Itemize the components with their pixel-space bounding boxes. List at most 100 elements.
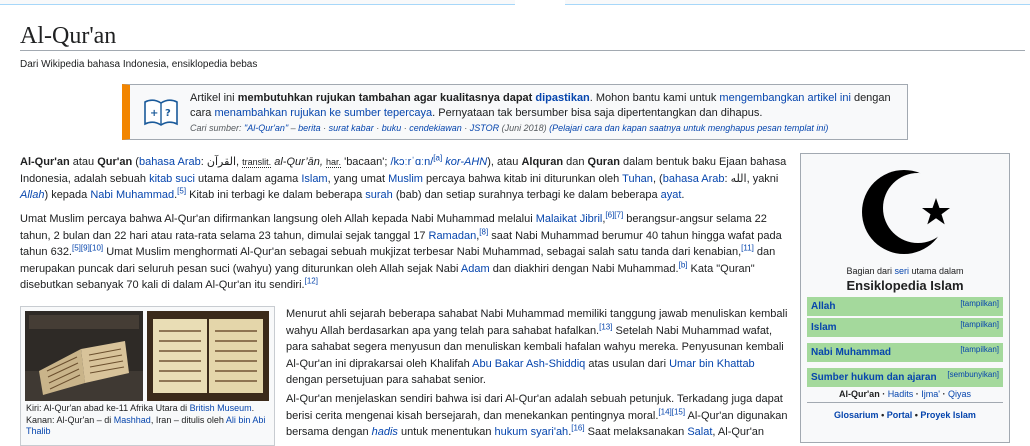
- text: (: [132, 156, 139, 168]
- hide-toggle[interactable]: [sembunyikan]: [947, 370, 999, 379]
- qiyas-link[interactable]: Qiyas: [948, 389, 971, 399]
- gabriel-link[interactable]: Malaikat Jibril: [536, 213, 603, 225]
- sidebar-section-muhammad[interactable]: Nabi Muhammad [tampilkan]: [807, 343, 1003, 362]
- thumbnail-caption: Kiri: Al-Qur'an abad ke-11 Afrika Utara …: [26, 403, 270, 438]
- citation-link[interactable]: [12]: [305, 276, 318, 285]
- book-question-icon: + ?: [144, 99, 178, 126]
- sidebar-section-label: Allah: [811, 301, 836, 312]
- source-newspapers-link[interactable]: surat kabar: [329, 123, 374, 133]
- term-bold: Qur'an: [97, 156, 133, 168]
- portal-link[interactable]: Portal: [887, 410, 913, 420]
- add-reliable-sources-link[interactable]: menambahkan rujukan ke sumber tepercaya: [214, 107, 432, 119]
- text: , Iran – ditulis oleh: [150, 414, 226, 425]
- adam-link[interactable]: Adam: [461, 263, 490, 275]
- show-toggle[interactable]: [tampilkan]: [960, 320, 999, 329]
- top-tab-bar: [0, 0, 1030, 5]
- separator: ·: [879, 389, 888, 399]
- text: (bab) dan setiap surahnya terbagi ke dal…: [392, 189, 661, 201]
- separator: –: [288, 123, 299, 133]
- notice-text-bold: membutuhkan rujukan tambahan agar kualit…: [237, 92, 536, 104]
- source-jstor-link[interactable]: JSTOR: [470, 123, 499, 133]
- arabic-language-link[interactable]: bahasa Arab: [139, 156, 201, 168]
- note-b-link[interactable]: [b]: [679, 260, 688, 269]
- muslim-link[interactable]: Muslim: [388, 173, 423, 185]
- islam-link[interactable]: Islam: [301, 173, 327, 185]
- god-link[interactable]: Tuhan: [622, 173, 653, 185]
- citation-link[interactable]: [6][7]: [605, 210, 623, 219]
- text: ), atau: [487, 156, 522, 168]
- citation-link[interactable]: [16]: [571, 423, 584, 432]
- mashhad-link[interactable]: Mashhad: [114, 415, 151, 425]
- arabic-language-link[interactable]: bahasa Arab: [663, 173, 725, 185]
- salat-link[interactable]: Salat: [687, 426, 712, 438]
- text: Bagian dari: [846, 266, 895, 276]
- sidebar-section-islam[interactable]: Islam [tampilkan]: [807, 318, 1003, 337]
- source-query-link[interactable]: "Al-Qur'an": [244, 123, 288, 133]
- ipa-link[interactable]: /kɔːrˈɑːn/: [391, 156, 434, 168]
- show-toggle[interactable]: [tampilkan]: [960, 299, 999, 308]
- citation-link[interactable]: [8]: [479, 227, 488, 236]
- text: atau: [69, 156, 98, 168]
- north-african-quran-image[interactable]: [25, 311, 143, 401]
- allah-link[interactable]: Allah: [20, 189, 44, 201]
- sidebar-section-label: Nabi Muhammad: [811, 347, 892, 358]
- text: , (: [652, 172, 663, 185]
- prophet-muhammad-link[interactable]: Nabi Muhammad: [90, 189, 174, 201]
- glossary-link[interactable]: Glosarium: [834, 410, 879, 420]
- series-link[interactable]: seri: [895, 266, 910, 276]
- umar-bin-khattab-link[interactable]: Umar bin Khattab: [669, 358, 755, 370]
- citation-link[interactable]: [5]: [177, 186, 186, 195]
- mashhad-quran-image[interactable]: [147, 311, 269, 401]
- hadith-link[interactable]: hadis: [372, 426, 398, 438]
- sharia-link[interactable]: hukum syari'ah: [495, 426, 569, 438]
- sidebar-section-label: Sumber hukum dan ajaran: [811, 372, 937, 383]
- quran-images-thumbnail: Kiri: Al-Qur'an abad ke-11 Afrika Utara …: [20, 306, 275, 446]
- pronunciation-respelling-link[interactable]: kor-AHN: [442, 156, 487, 168]
- notice-date: (Juni 2018): [499, 123, 550, 133]
- separator: •: [878, 410, 887, 420]
- abu-bakar-link[interactable]: Abu Bakar Ash-Shiddiq: [472, 358, 585, 370]
- text: Umat Muslim menghormati Al-Qur'an sebaga…: [103, 246, 742, 258]
- separator: ·: [320, 123, 329, 133]
- show-toggle[interactable]: [tampilkan]: [960, 345, 999, 354]
- history-paragraph: Menurut ahli sejarah beberapa sahabat Na…: [286, 306, 792, 389]
- source-news-link[interactable]: berita: [298, 123, 321, 133]
- note-a-link[interactable]: [a]: [433, 153, 442, 162]
- ramadan-link[interactable]: Ramadan: [429, 230, 477, 242]
- holy-book-link[interactable]: kitab suci: [149, 173, 195, 185]
- notice-text-part: Artikel ini: [190, 92, 238, 104]
- literal-abbr-link[interactable]: har.: [326, 157, 342, 168]
- sidebar-section-label: Islam: [811, 322, 837, 333]
- improve-article-link[interactable]: mengembangkan artikel ini: [719, 92, 850, 104]
- template-removal-help-link[interactable]: (Pelajari cara dan kapan saatnya untuk m…: [549, 123, 828, 133]
- ijma-link[interactable]: Ijma': [921, 389, 940, 399]
- text: : القرآن,: [200, 156, 243, 168]
- british-museum-link[interactable]: British Museum: [190, 403, 252, 413]
- text: Umat Muslim percaya bahwa Al-Qur'an difi…: [20, 213, 536, 225]
- islam-project-link[interactable]: Proyek Islam: [920, 410, 976, 420]
- hadits-link[interactable]: Hadits: [888, 389, 914, 399]
- crescent-star-icon: [862, 170, 953, 254]
- term-bold: Quran: [587, 156, 620, 168]
- sources-sublist: Al-Qur'an · Hadits · Ijma' · Qiyas: [801, 389, 1009, 399]
- sidebar-footer: Glosarium • Portal • Proyek Islam: [801, 410, 1009, 420]
- sidebar-section-sources[interactable]: Sumber hukum dan ajaran [sembunyikan]: [807, 368, 1003, 387]
- separator: ·: [373, 123, 382, 133]
- page-title: Al-Qur'an: [20, 23, 117, 49]
- verify-link[interactable]: dipastikan: [535, 92, 589, 104]
- notice-text: Artikel ini membutuhkan rujukan tambahan…: [190, 91, 906, 135]
- islam-series-sidebar: Bagian dari seri utama dalam Ensiklopedi…: [800, 153, 1010, 443]
- citation-link[interactable]: [11]: [741, 243, 754, 252]
- citation-link[interactable]: [14][15]: [658, 407, 685, 416]
- surah-link[interactable]: surah: [365, 189, 393, 201]
- citation-link[interactable]: [5][9][10]: [72, 243, 103, 252]
- transliteration-link[interactable]: translit.: [242, 157, 272, 168]
- source-scholar-link[interactable]: cendekiawan: [409, 123, 462, 133]
- lead-paragraph-1: Al-Qur'an atau Qur'an (bahasa Arab: القر…: [20, 154, 790, 204]
- find-sources-line: Cari sumber: "Al-Qur'an" – berita · sura…: [190, 121, 906, 135]
- citation-link[interactable]: [13]: [599, 322, 612, 331]
- ayat-link[interactable]: ayat: [661, 189, 682, 201]
- title-divider: [20, 50, 1025, 51]
- sidebar-section-allah[interactable]: Allah [tampilkan]: [807, 297, 1003, 316]
- source-books-link[interactable]: buku: [382, 123, 402, 133]
